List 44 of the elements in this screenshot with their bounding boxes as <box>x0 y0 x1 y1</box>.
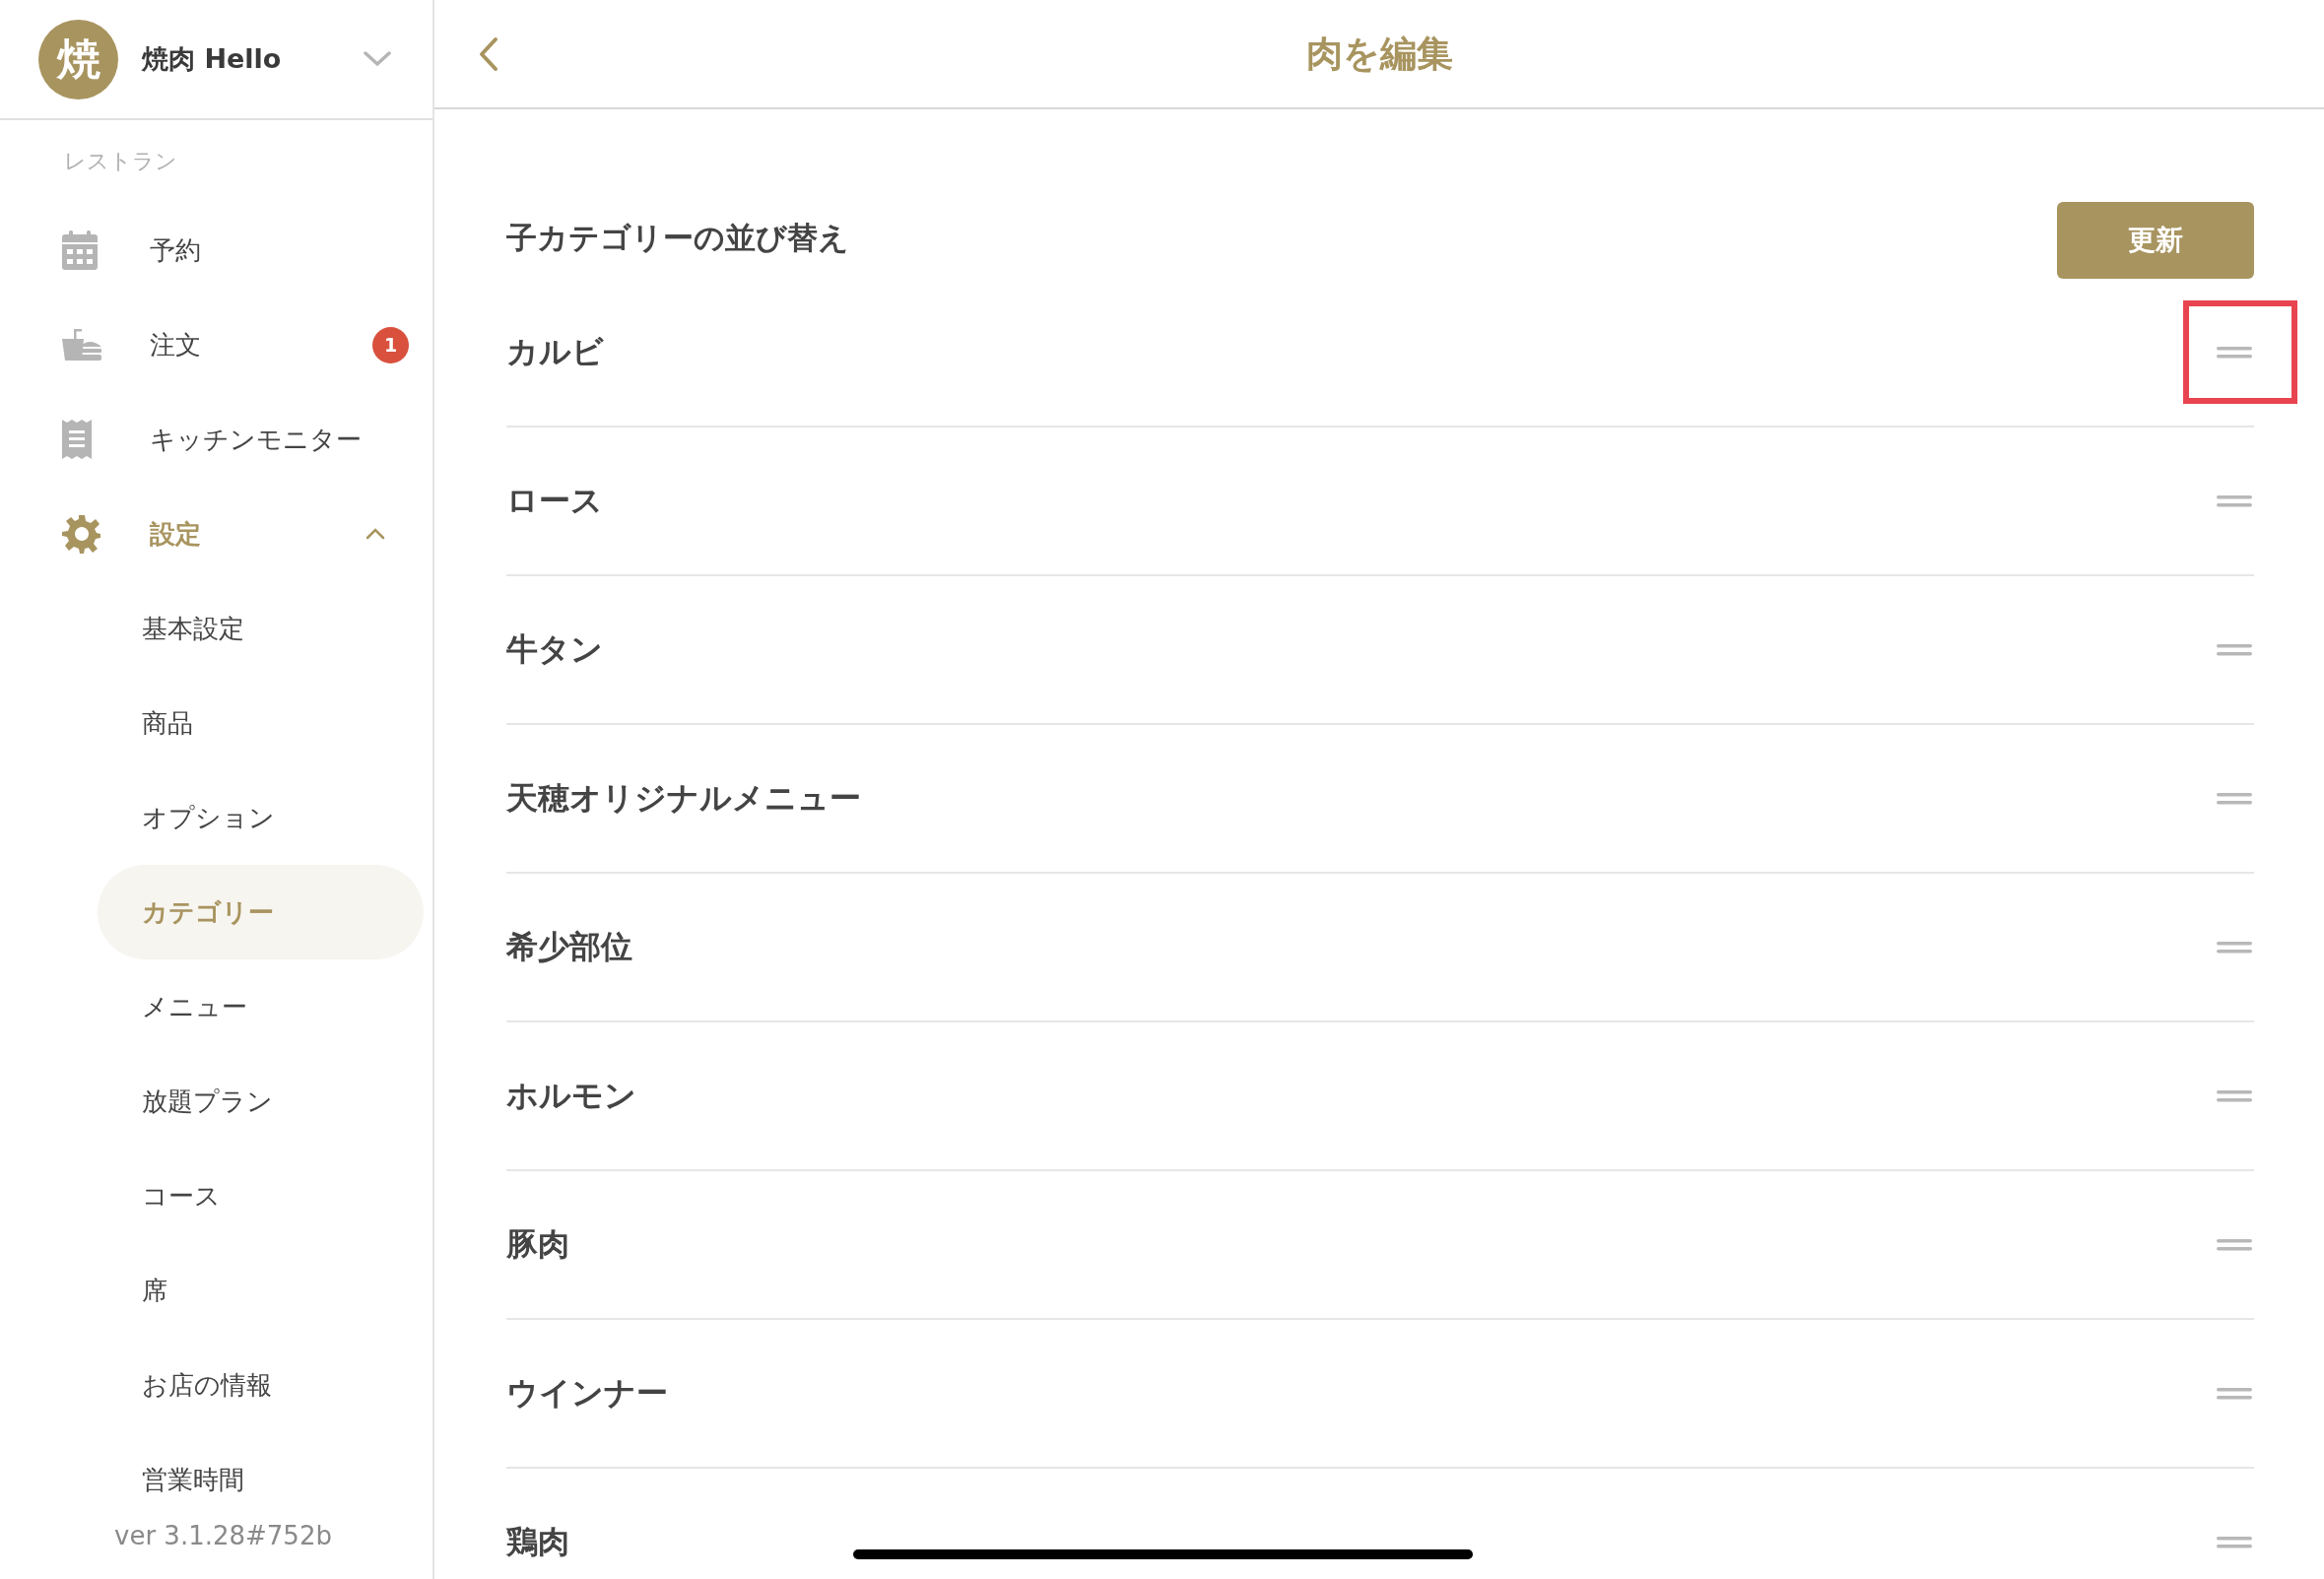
version-text: ver 3.1.28#752b <box>113 1521 333 1550</box>
sub-nav-item[interactable]: オプション <box>98 770 424 865</box>
category-name: 希少部位 <box>506 926 632 967</box>
store-avatar: 焼 <box>38 19 118 99</box>
sub-nav-item[interactable]: 席 <box>98 1243 424 1338</box>
page-title: 肉を編集 <box>1305 31 1453 77</box>
section-label: レストラン <box>63 148 178 175</box>
sub-nav-item[interactable]: 基本設定 <box>98 581 424 676</box>
drag-handle-icon[interactable] <box>2217 792 2252 805</box>
drag-handle-icon[interactable] <box>2217 643 2252 656</box>
nav-item[interactable]: 注文 1 <box>0 297 432 392</box>
sub-nav-item[interactable]: お店の情報 <box>98 1338 424 1432</box>
nav-item[interactable]: キッチンモニター <box>0 392 432 487</box>
sub-nav-item[interactable]: メニュー <box>98 959 424 1054</box>
category-name: ロース <box>506 480 603 521</box>
drag-handle-icon[interactable] <box>2217 1387 2252 1400</box>
drink-and-burger-icon <box>62 329 101 361</box>
category-name: カルビ <box>506 331 604 372</box>
drag-handle-icon[interactable] <box>2217 1536 2252 1548</box>
drag-handle-icon[interactable] <box>2217 1238 2252 1251</box>
drag-handle-icon[interactable] <box>2217 494 2252 507</box>
drag-handle-icon[interactable] <box>2217 346 2252 359</box>
category-name: 鶏肉 <box>506 1521 569 1562</box>
category-name: ホルモン <box>506 1075 636 1116</box>
category-name: ウインナー <box>506 1372 668 1414</box>
calendar-icon <box>62 230 98 270</box>
settings-icon <box>62 514 101 554</box>
drag-handle-icon[interactable] <box>2217 941 2252 954</box>
store-name: 焼肉 Hello <box>142 42 282 76</box>
chevron-down-icon[interactable] <box>364 51 391 67</box>
category-name: 天穂オリジナルメニュー <box>506 777 861 819</box>
sub-nav-item[interactable]: 放題プラン <box>98 1054 424 1149</box>
receipt-icon <box>62 420 92 459</box>
notification-badge: 1 <box>372 326 409 363</box>
nav-item[interactable]: 予約 <box>0 203 432 297</box>
store-header[interactable]: 焼 焼肉 Hello <box>0 0 432 120</box>
back-icon[interactable] <box>479 35 498 72</box>
section-title: 子カテゴリーの並び替え <box>506 219 849 257</box>
sub-nav-item[interactable]: コース <box>98 1149 424 1243</box>
sub-nav-item[interactable]: 商品 <box>98 676 424 770</box>
category-name: 豚肉 <box>506 1223 569 1265</box>
drag-handle-icon[interactable] <box>2217 1089 2252 1102</box>
category-name: 牛タン <box>506 628 603 670</box>
chevron-up-icon[interactable] <box>365 528 385 540</box>
